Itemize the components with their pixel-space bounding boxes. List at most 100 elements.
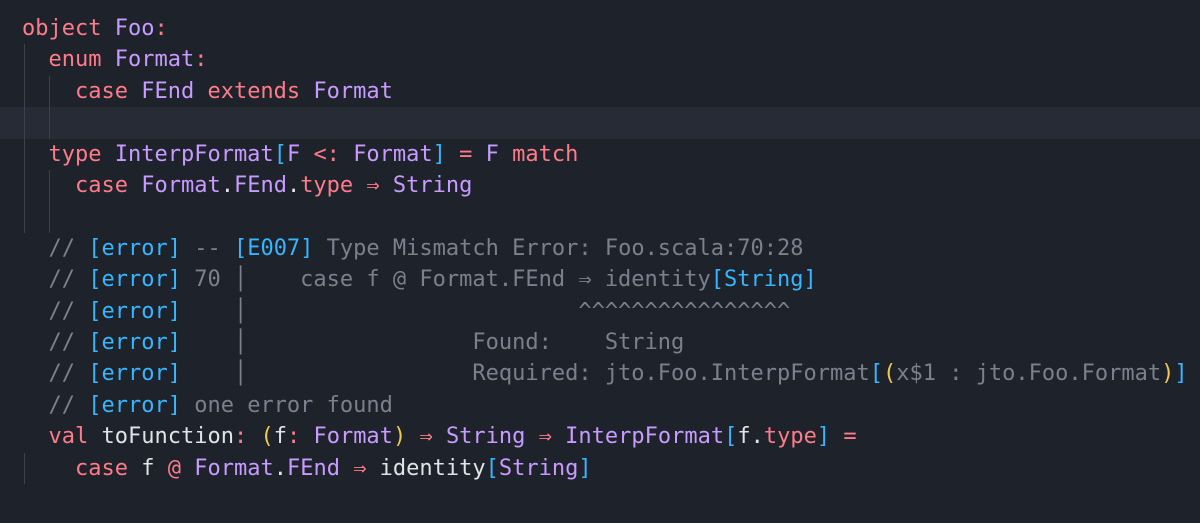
code-token: Format bbox=[353, 141, 433, 167]
code-line[interactable]: // [error] │ Found: String bbox=[0, 327, 1200, 358]
code-line-text: case Format.FEnd.type ⇒ String bbox=[22, 170, 472, 201]
code-token: object bbox=[22, 16, 102, 41]
code-token: [String] bbox=[710, 267, 817, 293]
code-token: = bbox=[459, 141, 473, 167]
code-line[interactable]: // [error] │ ^^^^^^^^^^^^^^^^ bbox=[0, 296, 1200, 327]
code-token: Type Mismatch Error: Foo.scala:70:28 bbox=[313, 235, 804, 261]
code-token: case bbox=[74, 455, 128, 481]
code-token: // bbox=[48, 330, 89, 355]
code-token: . bbox=[286, 173, 301, 198]
code-token: Format bbox=[313, 424, 393, 450]
code-line-text: case f @ Format.FEnd ⇒ identity[String] bbox=[22, 453, 592, 484]
code-line[interactable]: // [error] one error found bbox=[0, 390, 1200, 421]
code-line-text: enum Format: bbox=[22, 44, 208, 75]
code-token: @ bbox=[167, 455, 181, 481]
code-token: type bbox=[300, 173, 354, 198]
code-token: [ bbox=[485, 455, 499, 481]
code-line[interactable] bbox=[0, 107, 1200, 139]
code-token: : bbox=[233, 424, 248, 450]
code-token: FEnd bbox=[233, 173, 287, 198]
code-token: FEnd bbox=[286, 455, 340, 481]
code-line[interactable]: object Foo: bbox=[0, 13, 1200, 44]
code-line[interactable]: // [error] -- [E007] Type Mismatch Error… bbox=[0, 233, 1200, 264]
code-token: f bbox=[127, 455, 168, 481]
indent-guide bbox=[49, 201, 50, 233]
code-token: val bbox=[48, 424, 89, 450]
code-token: String bbox=[498, 455, 579, 481]
code-token: Format bbox=[194, 455, 274, 481]
code-line[interactable]: enum Format: bbox=[0, 44, 1200, 76]
code-token: [error] bbox=[88, 298, 181, 324]
code-token: [error] bbox=[88, 361, 181, 387]
code-token: toFunction bbox=[88, 424, 234, 450]
code-token: // bbox=[48, 298, 89, 324]
code-token: ⇒ bbox=[366, 173, 380, 198]
code-token: case bbox=[74, 78, 128, 104]
code-token: // bbox=[48, 392, 89, 418]
code-line[interactable]: val toFunction: (f: Format) ⇒ String ⇒ I… bbox=[0, 421, 1200, 452]
code-token: Format bbox=[313, 78, 393, 104]
code-editor[interactable]: object Foo: enum Format: case FEnd exten… bbox=[0, 0, 1200, 523]
code-token: ⇒ bbox=[538, 424, 552, 450]
code-token: ) bbox=[392, 424, 407, 450]
code-line[interactable]: case FEnd extends Format bbox=[0, 75, 1200, 108]
indent-guide bbox=[49, 107, 50, 139]
code-line[interactable]: // [error] │ Required: jto.Foo.InterpFor… bbox=[0, 358, 1200, 389]
code-line-text: case FEnd extends Format bbox=[22, 76, 393, 107]
code-token: ( bbox=[260, 424, 274, 450]
code-token: FEnd bbox=[141, 78, 195, 104]
code-token: Foo bbox=[114, 16, 155, 41]
code-line[interactable]: case f @ Format.FEnd ⇒ identity[String] bbox=[0, 452, 1200, 484]
code-token: f. bbox=[737, 424, 764, 450]
code-token: : bbox=[286, 424, 301, 450]
code-line[interactable]: // [error] 70 │ case f @ Format.FEnd ⇒ i… bbox=[0, 264, 1200, 295]
indent-guide bbox=[24, 107, 25, 139]
code-token: : bbox=[154, 16, 168, 41]
code-line-text: // [error] one error found bbox=[22, 390, 393, 421]
code-line[interactable] bbox=[0, 201, 1200, 233]
code-token: [error] bbox=[88, 330, 181, 355]
code-token: ] bbox=[816, 424, 831, 450]
code-token: F bbox=[485, 141, 499, 167]
code-line[interactable]: case Format.FEnd.type ⇒ String bbox=[0, 170, 1200, 202]
code-token: Format bbox=[141, 173, 221, 198]
code-token: │ ^^^^^^^^^^^^^^^^ bbox=[180, 298, 791, 324]
code-token: : bbox=[194, 47, 208, 73]
code-token: type bbox=[763, 424, 817, 450]
code-token: │ Required: jto.Foo.InterpFormat bbox=[180, 361, 870, 387]
code-token: enum bbox=[48, 47, 102, 73]
code-token: extends bbox=[207, 78, 301, 104]
code-line-text: type InterpFormat[F <: Format] = F match bbox=[22, 139, 579, 170]
code-token: ] bbox=[432, 141, 446, 167]
code-token: <: bbox=[313, 141, 340, 167]
code-line-text: object Foo: bbox=[22, 13, 168, 44]
code-line-text: // [error] │ ^^^^^^^^^^^^^^^^ bbox=[22, 296, 791, 327]
code-token: ] bbox=[1174, 361, 1188, 387]
code-line-text: // [error] │ Required: jto.Foo.InterpFor… bbox=[22, 358, 1188, 389]
code-token: ) bbox=[1161, 361, 1175, 387]
code-token: [E007] bbox=[233, 235, 314, 261]
code-token: 70 │ case f @ Format.FEnd ⇒ identity bbox=[180, 267, 711, 293]
code-line[interactable]: type InterpFormat[F <: Format] = F match bbox=[0, 138, 1200, 170]
code-line-text: val toFunction: (f: Format) ⇒ String ⇒ I… bbox=[22, 421, 857, 452]
